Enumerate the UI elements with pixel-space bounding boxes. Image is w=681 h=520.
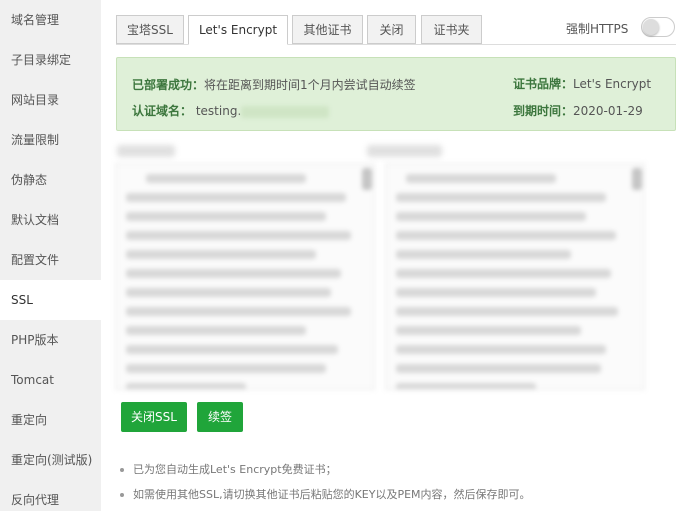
ssl-status-box: 已部署成功：将在距离到期时间1个月内尝试自动续签 认证域名： testing. … — [116, 57, 676, 131]
deployed-status: 已部署成功：将在距离到期时间1个月内尝试自动续签 — [132, 76, 416, 93]
expire-value: 2020-01-29 — [573, 104, 643, 118]
sidebar-item-php-version[interactable]: PHP版本 — [0, 320, 101, 360]
close-ssl-button[interactable]: 关闭SSL — [121, 402, 187, 432]
tab-bt-ssl[interactable]: 宝塔SSL — [116, 15, 184, 44]
sidebar-item-traffic-limit[interactable]: 流量限制 — [0, 120, 101, 160]
tab-close[interactable]: 关闭 — [367, 15, 416, 44]
tab-lets-encrypt[interactable]: Let's Encrypt — [188, 15, 288, 45]
sidebar-item-domain-management[interactable]: 域名管理 — [0, 0, 101, 40]
tab-cert-folder[interactable]: 证书夹 — [421, 15, 482, 44]
help-notes: 已为您自动生成Let's Encrypt免费证书； 如需使用其他SSL,请切换其… — [118, 462, 531, 512]
toggle-knob — [643, 19, 659, 35]
sidebar: 域名管理 子目录绑定 网站目录 流量限制 伪静态 默认文档 配置文件 SSL P… — [0, 0, 101, 511]
key-textarea[interactable] — [115, 163, 375, 390]
sidebar-item-default-document[interactable]: 默认文档 — [0, 200, 101, 240]
sidebar-item-ssl[interactable]: SSL — [0, 280, 101, 320]
pem-scrollbar — [632, 168, 642, 190]
force-https-label: 强制HTTPS — [566, 22, 629, 36]
brand-status: 证书品牌：Let's Encrypt — [513, 75, 651, 92]
redacted-domain — [241, 105, 330, 118]
sidebar-item-reverse-proxy[interactable]: 反向代理 — [0, 480, 101, 520]
pem-textarea[interactable] — [385, 163, 645, 390]
renew-button[interactable]: 续签 — [197, 402, 243, 432]
sidebar-item-rewrite[interactable]: 伪静态 — [0, 160, 101, 200]
deployed-text: 将在距离到期时间1个月内尝试自动续签 — [204, 78, 416, 92]
cert-panel-label — [367, 145, 442, 157]
deployed-label: 已部署成功： — [132, 78, 205, 92]
sidebar-item-tomcat[interactable]: Tomcat — [0, 360, 101, 400]
sidebar-item-config-file[interactable]: 配置文件 — [0, 240, 101, 280]
expire-label: 到期时间： — [513, 104, 574, 118]
domain-label: 认证域名： — [132, 104, 193, 118]
brand-value: Let's Encrypt — [573, 77, 652, 91]
sidebar-item-site-directory[interactable]: 网站目录 — [0, 80, 101, 120]
expire-status: 到期时间：2020-01-29 — [513, 102, 643, 119]
force-https-toggle[interactable] — [641, 17, 675, 37]
tab-other-cert[interactable]: 其他证书 — [292, 15, 363, 44]
note-item: 已为您自动生成Let's Encrypt免费证书； — [118, 462, 531, 487]
sidebar-item-redirect-beta[interactable]: 重定向(测试版) — [0, 440, 101, 480]
sidebar-item-redirect[interactable]: 重定向 — [0, 400, 101, 440]
sidebar-item-subdirectory-binding[interactable]: 子目录绑定 — [0, 40, 101, 80]
key-scrollbar — [362, 168, 372, 190]
brand-label: 证书品牌： — [513, 77, 574, 91]
key-panel-label — [117, 145, 175, 157]
domain-value: testing. — [195, 104, 242, 118]
domain-status: 认证域名： testing. — [132, 102, 330, 119]
note-item: 如需使用其他SSL,请切换其他证书后粘贴您的KEY以及PEM内容，然后保存即可。 — [118, 487, 531, 512]
